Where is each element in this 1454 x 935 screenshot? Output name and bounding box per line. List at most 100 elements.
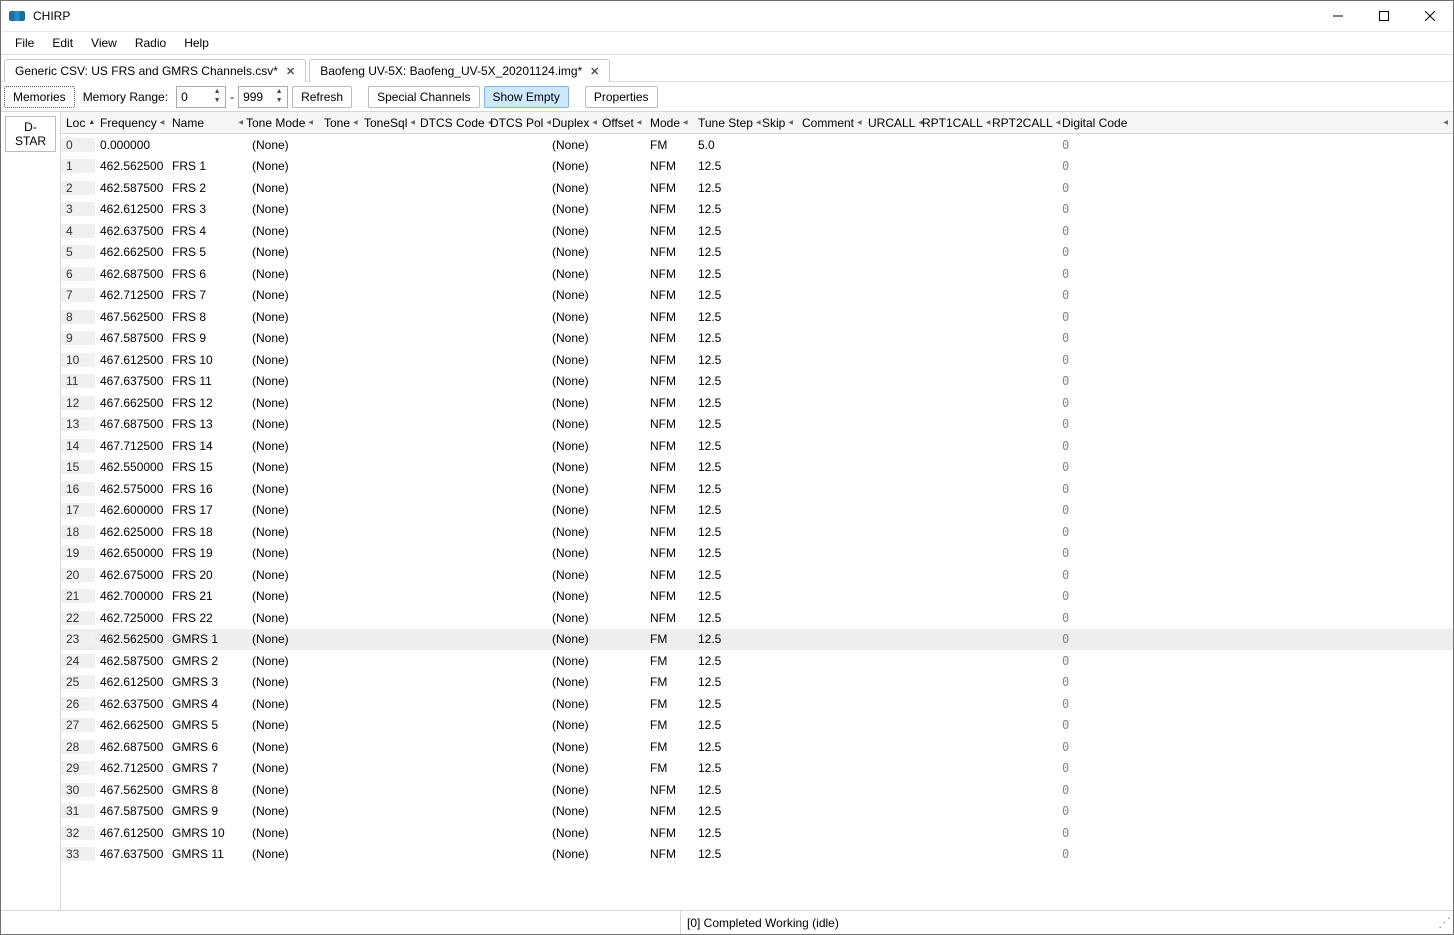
table-row[interactable]: 9467.587500FRS 9(None)(None)NFM12.50 bbox=[61, 328, 1453, 350]
show-empty-button[interactable]: Show Empty bbox=[484, 86, 569, 108]
cell: FRS 2 bbox=[167, 181, 247, 195]
spin-up-icon[interactable]: ▲ bbox=[272, 88, 286, 97]
cell: 0 bbox=[1057, 460, 1145, 474]
table-row[interactable]: 11467.637500FRS 11(None)(None)NFM12.50 bbox=[61, 371, 1453, 393]
table-row[interactable]: 15462.550000FRS 15(None)(None)NFM12.50 bbox=[61, 457, 1453, 479]
col-dtcs-code[interactable]: DTCS Code◀ bbox=[415, 116, 485, 130]
special-channels-button[interactable]: Special Channels bbox=[368, 86, 479, 108]
table-row[interactable]: 31467.587500GMRS 9(None)(None)NFM12.50 bbox=[61, 801, 1453, 823]
col-rpt1call[interactable]: RPT1CALL◀ bbox=[917, 116, 987, 130]
table-row[interactable]: 14467.712500FRS 14(None)(None)NFM12.50 bbox=[61, 435, 1453, 457]
close-button[interactable] bbox=[1407, 1, 1453, 31]
table-row[interactable]: 2462.587500FRS 2(None)(None)NFM12.50 bbox=[61, 177, 1453, 199]
table-row[interactable]: 25462.612500GMRS 3(None)(None)FM12.50 bbox=[61, 672, 1453, 694]
tab-label: Generic CSV: US FRS and GMRS Channels.cs… bbox=[15, 64, 278, 78]
range-from-input[interactable]: 0 ▲▼ bbox=[176, 86, 226, 108]
refresh-button[interactable]: Refresh bbox=[292, 86, 352, 108]
col-skip[interactable]: Skip◀ bbox=[757, 116, 797, 130]
menu-help[interactable]: Help bbox=[176, 34, 217, 52]
cell: NFM bbox=[645, 374, 693, 388]
menu-radio[interactable]: Radio bbox=[127, 34, 174, 52]
memories-button[interactable]: Memories bbox=[4, 86, 75, 108]
col-name[interactable]: Name bbox=[167, 116, 247, 130]
col-loc[interactable]: Loc bbox=[61, 116, 95, 130]
col-dtcs-pol[interactable]: DTCS Pol◀ bbox=[485, 116, 547, 130]
col-tone-mode[interactable]: ◀Tone Mode◀ bbox=[247, 116, 319, 130]
col-comment[interactable]: Comment◀ bbox=[797, 116, 863, 130]
cell: FRS 11 bbox=[167, 374, 247, 388]
menu-edit[interactable]: Edit bbox=[44, 34, 81, 52]
table-row[interactable]: 21462.700000FRS 21(None)(None)NFM12.50 bbox=[61, 586, 1453, 608]
spin-up-icon[interactable]: ▲ bbox=[210, 88, 224, 97]
table-row[interactable]: 28462.687500GMRS 6(None)(None)FM12.50 bbox=[61, 736, 1453, 758]
table-row[interactable]: 18462.625000FRS 18(None)(None)NFM12.50 bbox=[61, 521, 1453, 543]
tab-baofeng[interactable]: Baofeng UV-5X: Baofeng_UV-5X_20201124.im… bbox=[309, 59, 610, 82]
cell: (None) bbox=[547, 589, 597, 603]
col-digital-code[interactable]: Digital Code bbox=[1057, 116, 1145, 130]
range-to-input[interactable]: 999 ▲▼ bbox=[238, 86, 288, 108]
cell: FM bbox=[645, 138, 693, 152]
table-row[interactable]: 7462.712500FRS 7(None)(None)NFM12.50 bbox=[61, 285, 1453, 307]
table-row[interactable]: 29462.712500GMRS 7(None)(None)FM12.50 bbox=[61, 758, 1453, 780]
col-urcall[interactable]: URCALL◀ bbox=[863, 116, 917, 130]
cell: 0 bbox=[1057, 482, 1145, 496]
cell: (None) bbox=[247, 546, 319, 560]
table-row[interactable]: 1462.562500FRS 1(None)(None)NFM12.50 bbox=[61, 156, 1453, 178]
col-frequency[interactable]: Frequency◀ bbox=[95, 116, 167, 130]
col-mode[interactable]: Mode◀ bbox=[645, 116, 693, 130]
table-row[interactable]: 30467.562500GMRS 8(None)(None)NFM12.50 bbox=[61, 779, 1453, 801]
col-duplex[interactable]: Duplex◀ bbox=[547, 116, 597, 130]
cell: 0 bbox=[1057, 611, 1145, 625]
table-row[interactable]: 5462.662500FRS 5(None)(None)NFM12.50 bbox=[61, 242, 1453, 264]
table-row[interactable]: 8467.562500FRS 8(None)(None)NFM12.50 bbox=[61, 306, 1453, 328]
table-row[interactable]: 16462.575000FRS 16(None)(None)NFM12.50 bbox=[61, 478, 1453, 500]
col-tonesql[interactable]: ToneSql◀ bbox=[359, 116, 415, 130]
tab-generic-csv[interactable]: Generic CSV: US FRS and GMRS Channels.cs… bbox=[4, 59, 306, 82]
cell: 12.5 bbox=[693, 245, 757, 259]
cell: (None) bbox=[247, 159, 319, 173]
table-row[interactable]: 00.000000(None)(None)FM5.00 bbox=[61, 134, 1453, 156]
table-row[interactable]: 26462.637500GMRS 4(None)(None)FM12.50 bbox=[61, 693, 1453, 715]
table-row[interactable]: 24462.587500GMRS 2(None)(None)FM12.50 bbox=[61, 650, 1453, 672]
spin-down-icon[interactable]: ▼ bbox=[210, 97, 224, 106]
grid-body[interactable]: 00.000000(None)(None)FM5.001462.562500FR… bbox=[61, 134, 1453, 910]
maximize-button[interactable] bbox=[1361, 1, 1407, 31]
dstar-button[interactable]: D-STAR bbox=[5, 116, 56, 152]
col-offset[interactable]: Offset◀ bbox=[597, 116, 645, 130]
col-tune-step[interactable]: Tune Step◀ bbox=[693, 116, 757, 130]
table-row[interactable]: 12467.662500FRS 12(None)(None)NFM12.50 bbox=[61, 392, 1453, 414]
col-rpt2call[interactable]: RPT2CALL◀ bbox=[987, 116, 1057, 130]
range-dash: - bbox=[230, 90, 234, 104]
table-row[interactable]: 33467.637500GMRS 11(None)(None)NFM12.50 bbox=[61, 844, 1453, 866]
close-icon[interactable]: ✕ bbox=[286, 65, 295, 78]
table-row[interactable]: 17462.600000FRS 17(None)(None)NFM12.50 bbox=[61, 500, 1453, 522]
properties-button[interactable]: Properties bbox=[585, 86, 658, 108]
table-row[interactable]: 4462.637500FRS 4(None)(None)NFM12.50 bbox=[61, 220, 1453, 242]
table-row[interactable]: 19462.650000FRS 19(None)(None)NFM12.50 bbox=[61, 543, 1453, 565]
table-row[interactable]: 3462.612500FRS 3(None)(None)NFM12.50 bbox=[61, 199, 1453, 221]
table-row[interactable]: 22462.725000FRS 22(None)(None)NFM12.50 bbox=[61, 607, 1453, 629]
cell: (None) bbox=[547, 417, 597, 431]
cell: 12.5 bbox=[693, 482, 757, 496]
cell: 12.5 bbox=[693, 675, 757, 689]
table-row[interactable]: 10467.612500FRS 10(None)(None)NFM12.50 bbox=[61, 349, 1453, 371]
col-tone[interactable]: Tone◀ bbox=[319, 116, 359, 130]
table-row[interactable]: 32467.612500GMRS 10(None)(None)NFM12.50 bbox=[61, 822, 1453, 844]
cell: (None) bbox=[247, 847, 319, 861]
close-icon[interactable]: ✕ bbox=[590, 65, 599, 78]
table-row[interactable]: 13467.687500FRS 13(None)(None)NFM12.50 bbox=[61, 414, 1453, 436]
table-row[interactable]: 27462.662500GMRS 5(None)(None)FM12.50 bbox=[61, 715, 1453, 737]
range-to-value: 999 bbox=[243, 90, 263, 104]
menu-file[interactable]: File bbox=[7, 34, 42, 52]
menu-view[interactable]: View bbox=[83, 34, 125, 52]
table-row[interactable]: 23462.562500GMRS 1(None)(None)FM12.50 bbox=[61, 629, 1453, 651]
cell: 15 bbox=[61, 460, 95, 474]
col-end[interactable]: ◀ bbox=[1433, 119, 1453, 126]
table-row[interactable]: 20462.675000FRS 20(None)(None)NFM12.50 bbox=[61, 564, 1453, 586]
resize-grip-icon[interactable]: ⋰ bbox=[1431, 915, 1453, 931]
minimize-button[interactable] bbox=[1315, 1, 1361, 31]
table-row[interactable]: 6462.687500FRS 6(None)(None)NFM12.50 bbox=[61, 263, 1453, 285]
cell: 462.587500 bbox=[95, 181, 167, 195]
spin-down-icon[interactable]: ▼ bbox=[272, 97, 286, 106]
cell: FRS 3 bbox=[167, 202, 247, 216]
